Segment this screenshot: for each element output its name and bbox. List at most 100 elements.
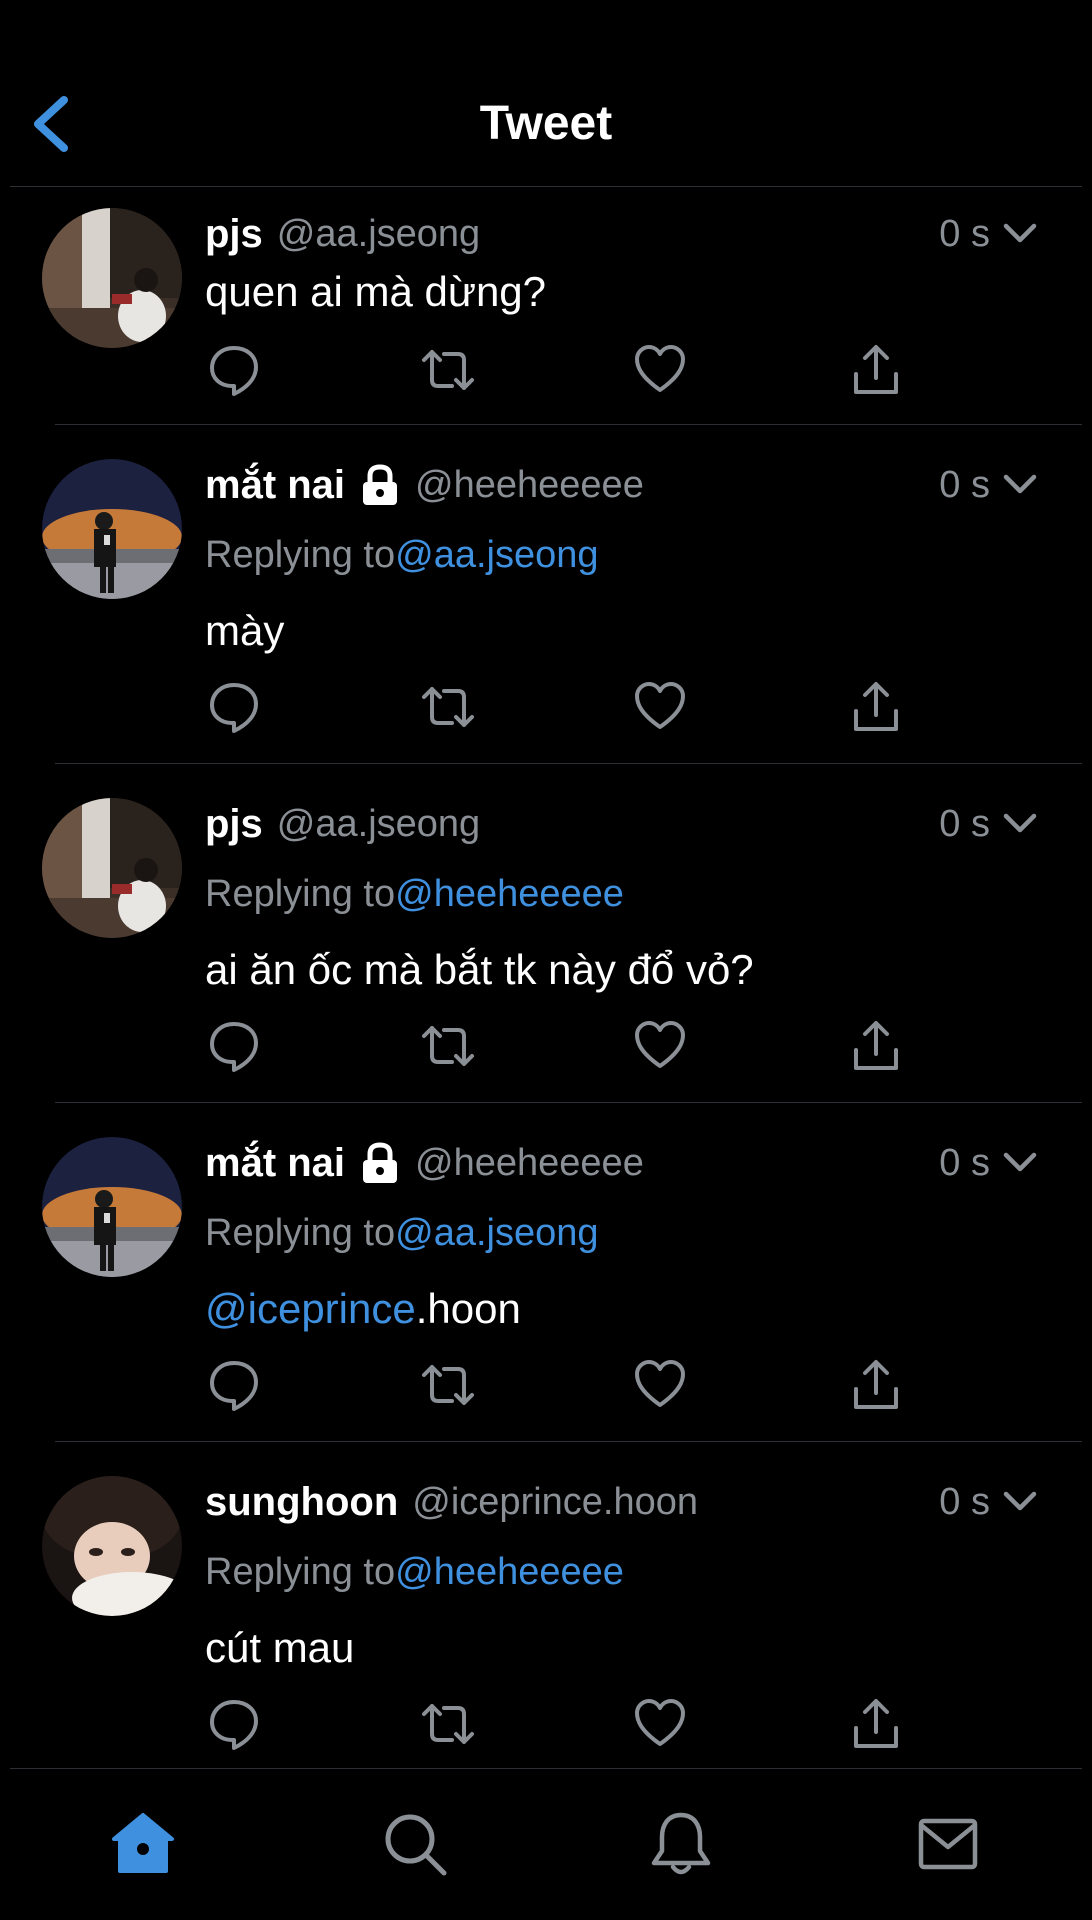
user-handle[interactable]: @aa.jseong xyxy=(277,803,480,846)
like-button[interactable] xyxy=(632,1357,688,1413)
like-button[interactable] xyxy=(632,1696,688,1752)
retweet-button[interactable] xyxy=(420,1357,476,1413)
user-handle[interactable]: @aa.jseong xyxy=(277,213,480,256)
user-handle[interactable]: @iceprince.hoon xyxy=(412,1481,698,1524)
like-button[interactable] xyxy=(632,679,688,735)
tab-bar xyxy=(0,1769,1092,1920)
display-name[interactable]: sunghoon xyxy=(205,1480,398,1525)
replying-to: Replying to@aa.jseong xyxy=(205,1205,599,1261)
like-icon xyxy=(635,682,685,729)
tweet-text-content: mày xyxy=(205,607,285,654)
tweet-text-content: ai ăn ốc mà bắt tk này đổ vỏ? xyxy=(205,946,754,993)
reply-button[interactable] xyxy=(206,342,262,398)
avatar[interactable] xyxy=(42,798,182,938)
lock-icon xyxy=(363,464,398,505)
retweet-button[interactable] xyxy=(420,679,476,735)
tweet-text: cút mau xyxy=(205,1618,354,1678)
tweet-divider xyxy=(55,1102,1082,1103)
reply-icon xyxy=(210,1361,258,1411)
reply-mention-link[interactable]: @aa.jseong xyxy=(395,534,598,576)
chevron-down-icon[interactable] xyxy=(1000,1486,1040,1518)
display-name[interactable]: mắt nai xyxy=(205,463,345,508)
reply-mention-link[interactable]: @heeheeeee xyxy=(395,1551,624,1593)
share-button[interactable] xyxy=(848,679,904,735)
reply-icon xyxy=(210,683,258,733)
tweet-text-content: quen ai mà dừng? xyxy=(205,268,547,315)
mail-icon xyxy=(918,1818,978,1870)
tab-messages[interactable] xyxy=(913,1809,983,1879)
replying-to-label: Replying to xyxy=(205,1212,396,1254)
tab-notifications[interactable] xyxy=(646,1809,716,1879)
reply-button[interactable] xyxy=(206,679,262,735)
timestamp: 0 s xyxy=(939,1142,990,1184)
tweet-header: sunghoon @iceprince.hoon xyxy=(205,1474,698,1530)
share-icon xyxy=(854,345,898,394)
user-handle[interactable]: @heeheeeee xyxy=(415,464,644,507)
bell-icon xyxy=(651,1812,711,1875)
like-button[interactable] xyxy=(632,1018,688,1074)
share-button[interactable] xyxy=(848,1357,904,1413)
text-mention-link[interactable]: @iceprince xyxy=(205,1285,416,1332)
display-name[interactable]: mắt nai xyxy=(205,1141,345,1186)
tweet-text-content: .hoon xyxy=(415,1285,521,1332)
like-button[interactable] xyxy=(632,342,688,398)
timestamp: 0 s xyxy=(939,464,990,506)
tab-home[interactable] xyxy=(108,1809,178,1879)
reply-icon xyxy=(210,346,258,396)
share-button[interactable] xyxy=(848,1018,904,1074)
replying-to-label: Replying to xyxy=(205,534,396,576)
chevron-down-icon[interactable] xyxy=(1000,1147,1040,1179)
avatar[interactable] xyxy=(42,459,182,599)
replying-to-label: Replying to xyxy=(205,1551,396,1593)
reply-mention-link[interactable]: @heeheeeee xyxy=(395,873,624,915)
header: Tweet xyxy=(0,0,1092,188)
reply-mention-link[interactable]: @aa.jseong xyxy=(395,1212,598,1254)
retweet-button[interactable] xyxy=(420,1018,476,1074)
chevron-down-icon[interactable] xyxy=(1000,469,1040,501)
tweet-divider xyxy=(55,1441,1082,1442)
replying-to: Replying to@aa.jseong xyxy=(205,527,599,583)
reply-button[interactable] xyxy=(206,1696,262,1752)
retweet-button[interactable] xyxy=(420,342,476,398)
share-icon xyxy=(854,1021,898,1070)
lock-icon xyxy=(363,1142,398,1183)
share-icon xyxy=(854,1699,898,1748)
retweet-icon xyxy=(422,1026,474,1066)
share-icon xyxy=(854,682,898,731)
tweet-divider xyxy=(55,763,1082,764)
tab-search[interactable] xyxy=(380,1809,450,1879)
tweet-text: @iceprince.hoon xyxy=(205,1279,521,1339)
chevron-down-icon[interactable] xyxy=(1000,218,1040,250)
avatar[interactable] xyxy=(42,1137,182,1277)
like-icon xyxy=(635,1360,685,1407)
reply-icon xyxy=(210,1700,258,1750)
retweet-button[interactable] xyxy=(420,1696,476,1752)
retweet-icon xyxy=(422,687,474,727)
tweet-text: ai ăn ốc mà bắt tk này đổ vỏ? xyxy=(205,940,754,1000)
avatar[interactable] xyxy=(42,1476,182,1616)
timestamp: 0 s xyxy=(939,1481,990,1523)
share-button[interactable] xyxy=(848,1696,904,1752)
like-icon xyxy=(635,1021,685,1068)
avatar[interactable] xyxy=(42,208,182,348)
tweet-text: quen ai mà dừng? xyxy=(205,262,546,322)
tweet-text: mày xyxy=(205,601,284,661)
tweet-header: mắt nai @heeheeeee xyxy=(205,1135,644,1191)
like-icon xyxy=(635,1699,685,1746)
user-handle[interactable]: @heeheeeee xyxy=(415,1142,644,1185)
tweet-header: pjs @aa.jseong xyxy=(205,796,480,852)
display-name[interactable]: pjs xyxy=(205,802,263,847)
retweet-icon xyxy=(422,1704,474,1744)
replying-to: Replying to@heeheeeee xyxy=(205,1544,624,1600)
share-button[interactable] xyxy=(848,342,904,398)
search-icon xyxy=(385,1814,447,1876)
tweet-header: mắt nai @heeheeeee xyxy=(205,457,644,513)
chevron-down-icon[interactable] xyxy=(1000,808,1040,840)
reply-button[interactable] xyxy=(206,1357,262,1413)
display-name[interactable]: pjs xyxy=(205,212,263,257)
tweet-divider xyxy=(55,424,1082,425)
reply-icon xyxy=(210,1022,258,1072)
tweet-header: pjs @aa.jseong xyxy=(205,206,480,262)
replying-to-label: Replying to xyxy=(205,873,396,915)
reply-button[interactable] xyxy=(206,1018,262,1074)
